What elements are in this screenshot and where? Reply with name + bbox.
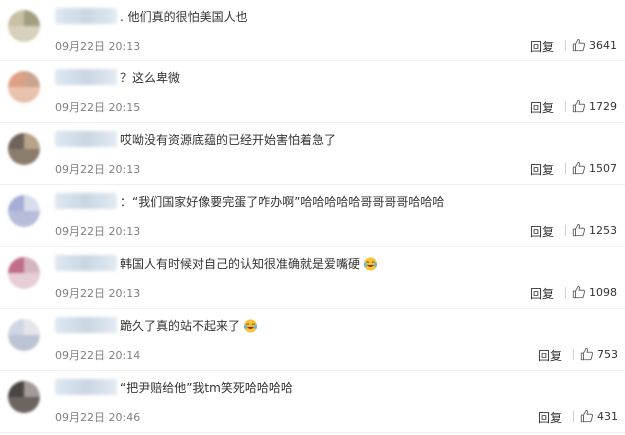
comment-item: 跪久了真的站不起来了 09月22日 20:14 回复 753 <box>0 309 625 371</box>
laughing-emoji-icon <box>243 319 258 333</box>
divider <box>565 162 566 174</box>
username-blurred[interactable] <box>55 255 117 271</box>
comment-text-content: . 他们真的很怕美国人也 <box>120 10 248 24</box>
avatar[interactable] <box>8 195 40 227</box>
comment-item: ？这么卑微 09月22日 20:15 回复 1729 <box>0 61 625 123</box>
like-count: 431 <box>597 409 618 423</box>
comment-text-content: 韩国人有时候对自己的认知很准确就是爱嘴硬 <box>120 257 361 271</box>
comment-timestamp: 09月22日 20:13 <box>55 287 141 300</box>
comment-text: ：“我们国家好像要完蛋了咋办啊”哈哈哈哈哈哥哥哥哥哈哈哈 <box>120 193 444 211</box>
avatar[interactable] <box>8 133 40 165</box>
comment-timestamp: 09月22日 20:46 <box>55 411 141 424</box>
like-button[interactable]: 1098 <box>565 284 617 300</box>
comment-timestamp: 09月22日 20:13 <box>55 163 141 176</box>
comment-item: ：“我们国家好像要完蛋了咋办啊”哈哈哈哈哈哥哥哥哥哈哈哈 09月22日 20:1… <box>0 185 625 247</box>
comment-text-content: 哎呦没有资源底蕴的已经开始害怕着急了 <box>120 133 337 147</box>
thumbs-up-icon <box>572 99 586 113</box>
comment-timestamp: 09月22日 20:13 <box>55 225 141 238</box>
reply-button[interactable]: 回复 <box>538 347 562 364</box>
comment-text: “把尹赔给他”我tm笑死哈哈哈哈 <box>120 379 293 397</box>
username-blurred[interactable] <box>55 8 117 24</box>
comment-text-content: 跪久了真的站不起来了 <box>120 319 241 333</box>
like-count: 3641 <box>589 38 617 52</box>
thumbs-up-icon <box>572 161 586 175</box>
comment-text: 韩国人有时候对自己的认知很准确就是爱嘴硬 <box>120 255 378 273</box>
comment-text-content: ？这么卑微 <box>120 71 181 85</box>
comment-text: 跪久了真的站不起来了 <box>120 317 258 335</box>
like-button[interactable]: 1253 <box>565 222 617 238</box>
thumbs-up-icon <box>580 409 594 423</box>
divider <box>573 410 574 422</box>
avatar[interactable] <box>8 381 40 413</box>
thumbs-up-icon <box>580 347 594 361</box>
avatar[interactable] <box>8 71 40 103</box>
comment-list: . 他们真的很怕美国人也 09月22日 20:13 回复 3641 ？这么卑微 … <box>0 0 625 435</box>
divider <box>565 224 566 236</box>
username-blurred[interactable] <box>55 193 117 209</box>
reply-button[interactable]: 回复 <box>530 38 554 55</box>
like-count: 1729 <box>589 99 617 113</box>
comment-text: ？这么卑微 <box>120 69 180 87</box>
comment-text-content: “把尹赔给他”我tm笑死哈哈哈哈 <box>120 381 293 395</box>
comment-timestamp: 09月22日 20:15 <box>55 101 141 114</box>
comment-timestamp: 09月22日 20:14 <box>55 349 141 362</box>
divider <box>565 286 566 298</box>
avatar[interactable] <box>8 10 40 42</box>
avatar[interactable] <box>8 319 40 351</box>
comment-text-content: ：“我们国家好像要完蛋了咋办啊”哈哈哈哈哈哥哥哥哥哈哈哈 <box>120 195 445 209</box>
comment-item: 韩国人有时候对自己的认知很准确就是爱嘴硬 09月22日 20:13 回复 109… <box>0 247 625 309</box>
thumbs-up-icon <box>572 285 586 299</box>
username-blurred[interactable] <box>55 317 117 333</box>
username-blurred[interactable] <box>55 131 117 147</box>
reply-button[interactable]: 回复 <box>530 285 554 302</box>
like-button[interactable]: 753 <box>573 346 618 362</box>
reply-button[interactable]: 回复 <box>530 99 554 116</box>
username-blurred[interactable] <box>55 379 117 395</box>
like-button[interactable]: 1507 <box>565 160 617 176</box>
like-button[interactable]: 1729 <box>565 98 617 114</box>
comment-text: 哎呦没有资源底蕴的已经开始害怕着急了 <box>120 131 336 149</box>
comment-item: “把尹赔给他”我tm笑死哈哈哈哈 09月22日 20:46 回复 431 <box>0 371 625 433</box>
reply-button[interactable]: 回复 <box>530 223 554 240</box>
username-blurred[interactable] <box>55 69 117 85</box>
comment-item: . 他们真的很怕美国人也 09月22日 20:13 回复 3641 <box>0 0 625 61</box>
like-count: 1098 <box>589 285 617 299</box>
reply-button[interactable]: 回复 <box>538 409 562 426</box>
like-button[interactable]: 3641 <box>565 37 617 53</box>
thumbs-up-icon <box>572 38 586 52</box>
comment-timestamp: 09月22日 20:13 <box>55 40 141 53</box>
like-count: 1507 <box>589 161 617 175</box>
comment-item: 哎呦没有资源底蕴的已经开始害怕着急了 09月22日 20:13 回复 1507 <box>0 123 625 185</box>
divider <box>573 348 574 360</box>
reply-button[interactable]: 回复 <box>530 161 554 178</box>
thumbs-up-icon <box>572 223 586 237</box>
laughing-emoji-icon <box>363 257 378 271</box>
like-button[interactable]: 431 <box>573 408 618 424</box>
avatar[interactable] <box>8 257 40 289</box>
like-count: 753 <box>597 347 618 361</box>
comment-text: . 他们真的很怕美国人也 <box>120 8 248 26</box>
like-count: 1253 <box>589 223 617 237</box>
divider <box>565 100 566 112</box>
divider <box>565 39 566 51</box>
